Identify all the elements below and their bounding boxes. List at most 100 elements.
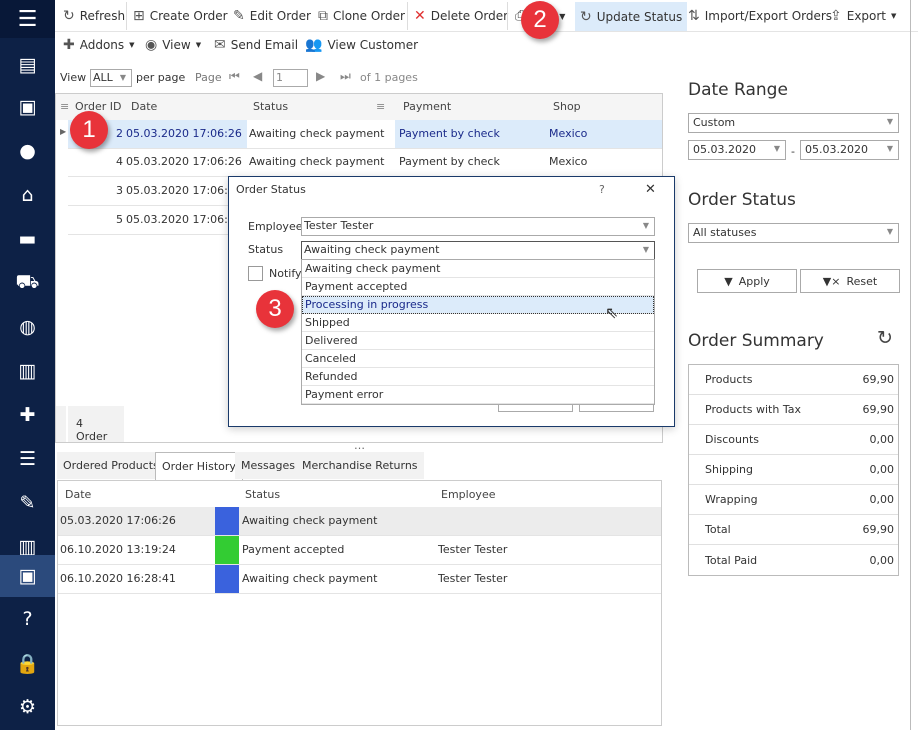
column-chooser-icon[interactable]: ≡	[60, 100, 69, 113]
puzzle-icon[interactable]: ✚	[0, 395, 55, 435]
prev-page-icon[interactable]: ◀	[253, 69, 262, 83]
reset-button[interactable]: ▼× Reset	[800, 269, 900, 293]
clone-order-button[interactable]: ⧉ Clone Order	[313, 2, 410, 30]
next-page-icon[interactable]: ▶	[316, 69, 325, 83]
inbox-icon[interactable]: ▣	[0, 87, 55, 127]
store-icon[interactable]: ▤	[0, 45, 55, 85]
gear-icon[interactable]: ⚙	[0, 687, 55, 727]
email-icon: ✉	[214, 37, 226, 53]
per-page-label: per page	[136, 71, 186, 84]
globe-icon[interactable]: ◍	[0, 307, 55, 347]
value: 1	[276, 71, 283, 84]
edit-order-button[interactable]: ✎ Edit Order	[228, 2, 316, 30]
table-row[interactable]: 2 05.03.2020 17:06:26 Awaiting check payme…	[68, 120, 662, 149]
summary-row: Shipping 0,00	[689, 455, 898, 485]
tab-ordered-products[interactable]: Ordered Products	[57, 452, 165, 479]
mouse-cursor-icon: ⇖	[605, 303, 619, 322]
summary-label: Wrapping	[705, 493, 758, 506]
chat-icon[interactable]: ▬	[0, 219, 55, 259]
notify-checkbox[interactable]	[248, 266, 263, 281]
status-option[interactable]: Payment accepted	[302, 278, 654, 296]
refresh-button[interactable]: ↻ Refresh	[58, 2, 130, 30]
per-page-select[interactable]: ALL ▼	[90, 69, 132, 87]
create-order-button[interactable]: ⊞ Create Order	[128, 2, 233, 30]
column-date[interactable]: Date	[65, 488, 91, 501]
last-page-icon[interactable]: ⏭	[340, 69, 351, 84]
view-customer-button[interactable]: 👥 View Customer	[300, 31, 423, 59]
column-payment[interactable]: Payment	[403, 100, 451, 113]
tab-merchandise-returns[interactable]: Merchandise Returns	[296, 452, 424, 479]
label: Clone Order	[333, 9, 405, 23]
help-icon[interactable]: ?	[599, 183, 605, 196]
status-select[interactable]: Awaiting check payment ▼	[301, 241, 655, 260]
column-status[interactable]: Status	[253, 100, 288, 113]
history-row[interactable]: 06.10.2020 16:28:41 Awaiting check paymen…	[58, 565, 661, 594]
hamburger-menu-icon[interactable]: ☰	[0, 0, 55, 38]
view-button[interactable]: ◉ View ▼	[140, 31, 206, 59]
summary-label: Total Paid	[705, 553, 758, 567]
basket-icon[interactable]: ⌂	[0, 175, 55, 215]
employee-select[interactable]: Tester Tester ▼	[301, 217, 655, 236]
import-export-button[interactable]: ⇅ Import/Export Orders	[683, 2, 837, 30]
orders-icon[interactable]: ▣	[0, 555, 55, 597]
update-status-button[interactable]: ↻ Update Status	[575, 2, 688, 31]
tab-messages[interactable]: Messages	[235, 452, 301, 479]
date-separator: -	[791, 145, 795, 158]
order-date: 05.03.2020 17:06:26	[126, 127, 242, 140]
employee-label: Employee	[248, 220, 303, 233]
column-status[interactable]: Status	[245, 488, 280, 501]
status-option[interactable]: Canceled	[302, 350, 654, 368]
summary-row: Discounts 0,00	[689, 425, 898, 455]
status-label: Status	[248, 243, 284, 256]
delete-order-button[interactable]: ✕ Delete Order	[409, 2, 513, 30]
chevron-down-icon: ▼	[886, 227, 893, 236]
apply-button[interactable]: ▼ Apply	[697, 269, 797, 293]
order-id: 5	[116, 213, 123, 226]
column-date[interactable]: Date	[131, 100, 157, 113]
lock-icon[interactable]: 🔒	[0, 643, 55, 683]
status-option[interactable]: Processing in progress	[302, 296, 654, 314]
refresh-icon: ↻	[63, 8, 75, 24]
status-option[interactable]: Delivered	[302, 332, 654, 350]
wrench-icon[interactable]: ✎	[0, 483, 55, 523]
send-email-button[interactable]: ✉ Send Email	[209, 31, 303, 59]
first-page-icon[interactable]: ⏮	[229, 69, 240, 84]
close-icon[interactable]: ✕	[645, 182, 656, 197]
truck-icon[interactable]: ⛟	[0, 263, 55, 303]
status-option[interactable]: Shipped	[302, 314, 654, 332]
value: 05.03.2020	[693, 143, 756, 156]
date-range-title: Date Range	[688, 80, 788, 100]
refresh-summary-icon[interactable]: ↻	[877, 327, 893, 349]
history-row[interactable]: 06.10.2020 13:19:24 Payment accepted Teste…	[58, 536, 661, 565]
addons-button[interactable]: ✚ Addons ▼	[58, 31, 140, 59]
tab-order-history[interactable]: Order History	[155, 452, 243, 480]
label: Update Status	[596, 9, 683, 24]
column-shop[interactable]: Shop	[553, 100, 581, 113]
customer-icon: 👥	[305, 37, 323, 53]
page-input[interactable]: 1	[273, 69, 308, 87]
table-row[interactable]: 4 05.03.2020 17:06:26 Awaiting check payme…	[68, 148, 662, 177]
status-option[interactable]: Refunded	[302, 368, 654, 386]
chevron-down-icon: ▼	[129, 41, 135, 49]
summary-label: Products	[705, 373, 753, 386]
history-row[interactable]: 05.03.2020 17:06:26 Awaiting check paymen…	[58, 507, 661, 536]
date-to-select[interactable]: 05.03.2020 ▼	[800, 140, 899, 160]
column-employee[interactable]: Employee	[441, 488, 495, 501]
status-color-swatch	[215, 536, 239, 564]
date-range-select[interactable]: Custom ▼	[688, 113, 899, 133]
status-option[interactable]: Awaiting check payment	[302, 260, 654, 278]
status-filter-select[interactable]: All statuses ▼	[688, 223, 899, 243]
summary-row: Total Paid 0,00	[689, 545, 898, 575]
date-from-select[interactable]: 05.03.2020 ▼	[688, 140, 786, 160]
user-icon[interactable]: ●	[0, 131, 55, 171]
history-grid: Date Status Employee 05.03.2020 17:06:26…	[57, 480, 662, 726]
label: Addons	[79, 38, 125, 52]
splitter-handle[interactable]: …	[354, 439, 365, 452]
export-button[interactable]: ⇪ Export ▼	[825, 2, 901, 30]
chart-icon[interactable]: ▥	[0, 351, 55, 391]
chevron-down-icon: ▼	[642, 221, 649, 230]
history-status: Awaiting check payment	[242, 514, 378, 527]
sliders-icon[interactable]: ☰	[0, 439, 55, 479]
status-option[interactable]: Payment error	[302, 386, 654, 404]
help-icon[interactable]: ?	[0, 599, 55, 639]
